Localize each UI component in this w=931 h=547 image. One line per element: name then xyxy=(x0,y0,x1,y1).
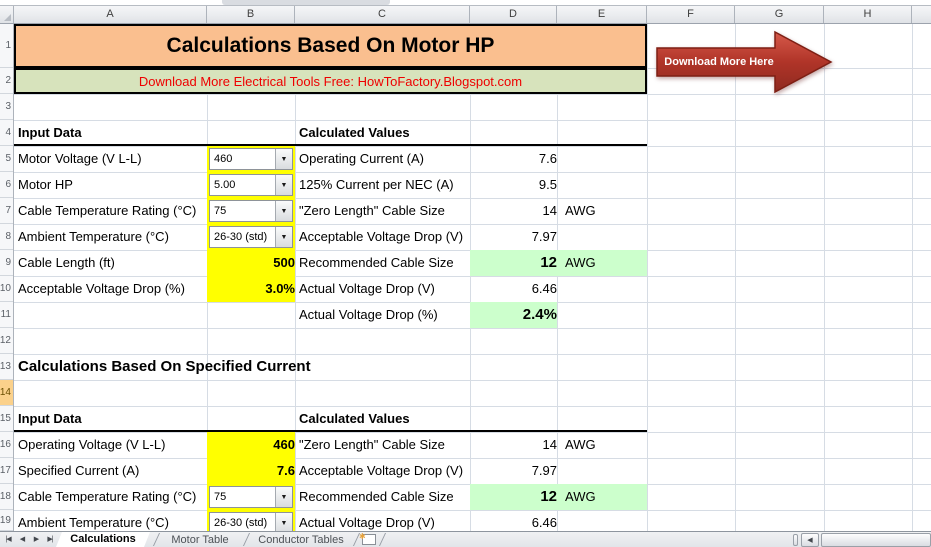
dropdown-value: 26-30 (std) xyxy=(214,231,268,243)
input-label: Cable Temperature Rating (°C) xyxy=(18,203,197,218)
unit-awg: AWG xyxy=(565,489,596,504)
calc-label: Recommended Cable Size xyxy=(299,489,454,504)
chevron-down-icon[interactable]: ▼ xyxy=(275,149,292,169)
ambient-temp-dropdown-1[interactable]: 26-30 (std) ▼ xyxy=(209,226,293,248)
calculated-values-header-1: Calculated Values xyxy=(295,120,647,146)
calc-label: Operating Current (A) xyxy=(299,151,424,166)
calc-label: "Zero Length" Cable Size xyxy=(299,203,445,218)
motor-voltage-dropdown[interactable]: 460 ▼ xyxy=(209,148,293,170)
unit-awg: AWG xyxy=(565,255,596,270)
recommended-cable-size-value-2[interactable]: 12 xyxy=(470,484,567,510)
chevron-down-icon[interactable]: ▼ xyxy=(275,487,292,507)
scroll-left-button[interactable]: ◀ xyxy=(801,533,819,547)
promo-text: Download More Electrical Tools Free: How… xyxy=(138,73,523,89)
cable-temp-dropdown-1[interactable]: 75 ▼ xyxy=(209,200,293,222)
calc-value[interactable]: 9.5 xyxy=(470,172,562,198)
input-label: Ambient Temperature (°C) xyxy=(18,229,169,244)
input-label: Motor HP xyxy=(18,177,73,192)
page-title: Calculations Based On Motor HP xyxy=(166,34,495,57)
calc-value[interactable]: 14 xyxy=(470,198,562,224)
chevron-down-icon[interactable]: ▼ xyxy=(275,201,292,221)
prev-sheet-button[interactable]: ◀ xyxy=(16,533,28,547)
dropdown-value: 75 xyxy=(214,491,227,503)
tab-separator xyxy=(378,533,387,546)
acceptable-drop-pct-cell[interactable]: 3.0% xyxy=(207,276,300,302)
chevron-down-icon[interactable]: ▼ xyxy=(275,227,292,247)
tab-motor-table[interactable]: Motor Table xyxy=(162,533,238,547)
first-sheet-button[interactable]: |◀ xyxy=(2,533,14,547)
input-data-header-2: Input Data xyxy=(14,406,295,432)
calc-label: Acceptable Voltage Drop (V) xyxy=(299,229,464,244)
unit-awg: AWG xyxy=(565,437,596,452)
unit-awg: AWG xyxy=(565,203,596,218)
dropdown-value: 75 xyxy=(214,205,227,217)
input-label: Motor Voltage (V L-L) xyxy=(18,151,142,166)
tab-calculations[interactable]: Calculations xyxy=(56,532,150,547)
input-label: Cable Length (ft) xyxy=(18,255,115,270)
dropdown-value: 5.00 xyxy=(214,179,236,191)
recommended-cable-size-value-1[interactable]: 12 xyxy=(470,250,567,276)
calc-value[interactable]: 14 xyxy=(470,432,562,458)
calc-value[interactable]: 7.97 xyxy=(470,458,562,484)
chevron-down-icon[interactable]: ▼ xyxy=(275,175,292,195)
dropdown-value: 460 xyxy=(214,153,233,165)
input-label: Specified Current (A) xyxy=(18,463,140,478)
calc-label: Actual Voltage Drop (%) xyxy=(299,307,438,322)
spreadsheet-window: A B C D E F G H 1 2 3 4 5 6 7 8 9 10 11 … xyxy=(0,0,931,547)
calc-label: 125% Current per NEC (A) xyxy=(299,177,454,192)
section-2-heading: Calculations Based On Specified Current xyxy=(18,358,311,375)
promo-banner: Download More Electrical Tools Free: How… xyxy=(14,68,647,94)
horizontal-scrollbar-thumb[interactable] xyxy=(821,533,931,547)
motor-hp-dropdown[interactable]: 5.00 ▼ xyxy=(209,174,293,196)
cable-temp-dropdown-2[interactable]: 75 ▼ xyxy=(209,486,293,508)
calc-label: Recommended Cable Size xyxy=(299,255,454,270)
download-arrow-label[interactable]: Download More Here xyxy=(661,48,777,76)
input-label: Cable Temperature Rating (°C) xyxy=(18,489,197,504)
tab-splitter-handle[interactable] xyxy=(793,534,798,546)
insert-worksheet-tab[interactable]: ✱ xyxy=(359,532,376,545)
input-label: Acceptable Voltage Drop (%) xyxy=(18,281,185,296)
cable-length-cell[interactable]: 500 xyxy=(207,250,300,276)
tab-separator xyxy=(242,533,251,546)
insert-worksheet-icon: ✱ xyxy=(359,532,366,541)
calc-value[interactable]: 7.6 xyxy=(470,146,562,172)
specified-current-cell[interactable]: 7.6 xyxy=(207,458,300,484)
actual-voltage-drop-pct-value[interactable]: 2.4% xyxy=(470,302,565,328)
input-data-header-1: Input Data xyxy=(14,120,295,146)
operating-voltage-cell[interactable]: 460 xyxy=(207,432,300,458)
calc-label: "Zero Length" Cable Size xyxy=(299,437,445,452)
tab-separator xyxy=(152,533,161,546)
dropdown-value: 26-30 (std) xyxy=(214,517,268,529)
input-label: Operating Voltage (V L-L) xyxy=(18,437,166,452)
calc-label: Acceptable Voltage Drop (V) xyxy=(299,463,464,478)
next-sheet-button[interactable]: ▶ xyxy=(30,533,42,547)
calc-value[interactable]: 7.97 xyxy=(470,224,562,250)
last-sheet-button[interactable]: ▶| xyxy=(44,533,56,547)
chevron-down-icon[interactable]: ▼ xyxy=(275,513,292,533)
sheet-tab-bar: |◀ ◀ ▶ ▶| Calculations Motor Table Condu… xyxy=(0,531,931,547)
calculated-values-header-2: Calculated Values xyxy=(295,406,647,432)
calc-value[interactable]: 6.46 xyxy=(470,276,562,302)
tab-conductor-tables[interactable]: Conductor Tables xyxy=(252,533,350,547)
calc-label: Actual Voltage Drop (V) xyxy=(299,281,435,296)
title-banner: Calculations Based On Motor HP xyxy=(14,24,647,68)
